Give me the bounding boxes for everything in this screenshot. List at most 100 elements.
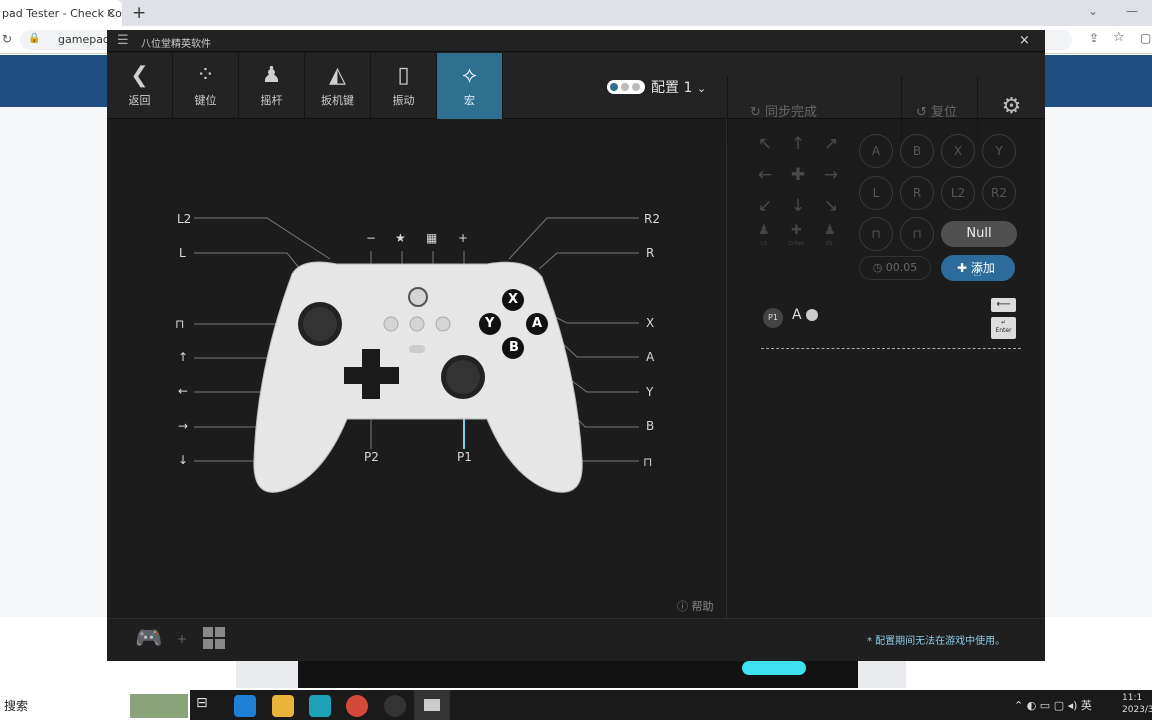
- buttons-icon: ⁘: [196, 63, 215, 88]
- plus-icon: ✚: [957, 261, 971, 275]
- sync-label: 同步完成: [765, 105, 818, 120]
- ls-label: LS: [761, 241, 767, 247]
- dpad-center-icon[interactable]: ✚: [786, 165, 810, 185]
- backspace-icon[interactable]: ⟵: [991, 298, 1016, 312]
- macro-icon: ⟡: [462, 63, 477, 88]
- minimize-icon[interactable]: —: [1126, 4, 1138, 18]
- ime-indicator[interactable]: 英: [1081, 699, 1092, 712]
- macro-button-a[interactable]: A: [859, 134, 893, 168]
- vibration-icon: ▯: [397, 63, 410, 88]
- macro-paddle-left-icon[interactable]: ⊓: [859, 217, 893, 251]
- sync-button[interactable]: ↻ 同步完成: [727, 76, 900, 142]
- label-x: X: [646, 316, 655, 330]
- delay-timer[interactable]: ◷ 00.05: [859, 256, 931, 280]
- macro-button-b[interactable]: B: [900, 134, 934, 168]
- app-icon[interactable]: [384, 695, 406, 717]
- arrow-up-left-icon[interactable]: ↖: [753, 134, 777, 154]
- help-label: 帮助: [691, 600, 714, 613]
- reload-icon[interactable]: ↻: [2, 32, 12, 46]
- search-highlight-image: [130, 694, 188, 718]
- paddle-left-icon: ⊓: [175, 317, 185, 331]
- label-y: Y: [646, 385, 654, 399]
- page-banner-pill[interactable]: [742, 661, 806, 675]
- arrow-down-icon[interactable]: ↓: [786, 196, 810, 216]
- label-down: ↓: [178, 453, 189, 467]
- label-r: R: [646, 246, 655, 260]
- bookmark-star-icon[interactable]: ☆: [1113, 30, 1125, 45]
- macro-button-l2[interactable]: L2: [941, 176, 975, 210]
- tab-back[interactable]: ❮ 返回: [107, 53, 173, 119]
- edge-dev-icon[interactable]: [309, 695, 331, 717]
- windows-icon: [203, 627, 225, 649]
- label-minus: −: [366, 231, 377, 245]
- macro-button-x[interactable]: X: [941, 134, 975, 168]
- task-view-icon[interactable]: ⊟: [196, 695, 218, 717]
- label-p2: P2: [364, 450, 379, 464]
- arrow-left-icon[interactable]: ←: [753, 165, 777, 185]
- arrow-down-left-icon[interactable]: ↙: [753, 196, 777, 216]
- sync-icon: ↻: [750, 105, 766, 120]
- label-left: ←: [178, 384, 189, 398]
- edge-icon[interactable]: [234, 695, 256, 717]
- footer-note: * 配置期间无法在游戏中使用。: [867, 636, 1006, 647]
- entry-badge: P1: [763, 308, 783, 328]
- active-app-slot[interactable]: [414, 690, 450, 720]
- label-up: ↑: [178, 350, 189, 364]
- face-button-b: B: [509, 340, 519, 355]
- dpad-label: D-Pad: [789, 241, 804, 247]
- arrow-up-right-icon[interactable]: ↗: [819, 134, 843, 154]
- tab-label: 宏: [464, 94, 475, 107]
- tab-vibration[interactable]: ▯ 振动: [371, 53, 437, 119]
- reset-icon: ↺: [916, 105, 932, 120]
- ls-icon[interactable]: ♟: [758, 223, 770, 238]
- reset-button[interactable]: ↺ 复位: [901, 76, 977, 142]
- config-toggle[interactable]: [607, 80, 645, 94]
- tab-macro[interactable]: ⟡ 宏: [437, 53, 503, 119]
- chevron-down-icon[interactable]: ⌄: [1088, 4, 1098, 18]
- joystick-icon: ♟: [261, 63, 282, 88]
- app-titlebar: [107, 30, 1045, 52]
- share-icon[interactable]: ⇪: [1089, 31, 1099, 45]
- config-select[interactable]: 配置 1 ⌄: [651, 77, 706, 97]
- label-b: B: [646, 419, 655, 433]
- macro-button-r[interactable]: R: [900, 176, 934, 210]
- cursor-hand-icon: ☝: [973, 264, 982, 280]
- macro-paddle-right-icon[interactable]: ⊓: [900, 217, 934, 251]
- new-tab-button[interactable]: +: [132, 3, 146, 23]
- gear-icon[interactable]: ⚙: [977, 76, 1045, 142]
- browser-tab[interactable]: pad Tester - Check Cont: [0, 0, 122, 26]
- file-explorer-icon[interactable]: [272, 695, 294, 717]
- menu-icon[interactable]: ☰: [117, 33, 129, 48]
- tab-buttons[interactable]: ⁘ 键位: [173, 53, 239, 119]
- logo-icon: ▦: [426, 231, 438, 245]
- rs-icon[interactable]: ♟: [824, 223, 836, 238]
- taskbar-clock[interactable]: 11:1 2023/3: [1122, 692, 1152, 716]
- arrow-down-right-icon[interactable]: ↘: [819, 196, 843, 216]
- 8bitdo-icon: [424, 699, 440, 711]
- null-button[interactable]: Null: [941, 221, 1017, 247]
- macro-button-l[interactable]: L: [859, 176, 893, 210]
- app-window: ☰ 八位堂精英软件 × ❮ 返回 ⁘ 键位 ♟ 摇杆 ◭ 扳机键 ▯ 振动 ⟡ …: [107, 30, 1045, 661]
- face-button-a: A: [532, 316, 543, 331]
- macro-button-y[interactable]: Y: [982, 134, 1016, 168]
- enter-arrow-icon: ↵: [1000, 319, 1007, 326]
- tab-search-icon[interactable]: ▢: [1140, 31, 1151, 45]
- lock-icon[interactable]: 🔒: [28, 33, 40, 44]
- close-icon[interactable]: ×: [1019, 33, 1030, 48]
- macro-divider: [761, 348, 1021, 349]
- chrome-icon[interactable]: [346, 695, 368, 717]
- enter-button[interactable]: ↵ Enter: [991, 317, 1016, 339]
- tab-joystick[interactable]: ♟ 摇杆: [239, 53, 305, 119]
- tray-icons: ⌃ ◐ ▭ ▢ ◂): [1014, 699, 1081, 712]
- label-l: L: [179, 246, 186, 260]
- tab-close-icon[interactable]: ×: [106, 6, 116, 20]
- help-link[interactable]: ⓘ 帮助: [677, 598, 714, 614]
- arrow-right-icon[interactable]: →: [819, 165, 843, 185]
- system-tray[interactable]: ⌃ ◐ ▭ ▢ ◂) 英: [1014, 697, 1092, 713]
- macro-button-r2[interactable]: R2: [982, 176, 1016, 210]
- arrow-up-icon[interactable]: ↑: [786, 134, 810, 154]
- tab-trigger[interactable]: ◭ 扳机键: [305, 53, 371, 119]
- trigger-icon: ◭: [329, 63, 346, 88]
- dpad-icon[interactable]: ✚: [791, 223, 802, 238]
- config-label: 配置 1: [651, 80, 693, 96]
